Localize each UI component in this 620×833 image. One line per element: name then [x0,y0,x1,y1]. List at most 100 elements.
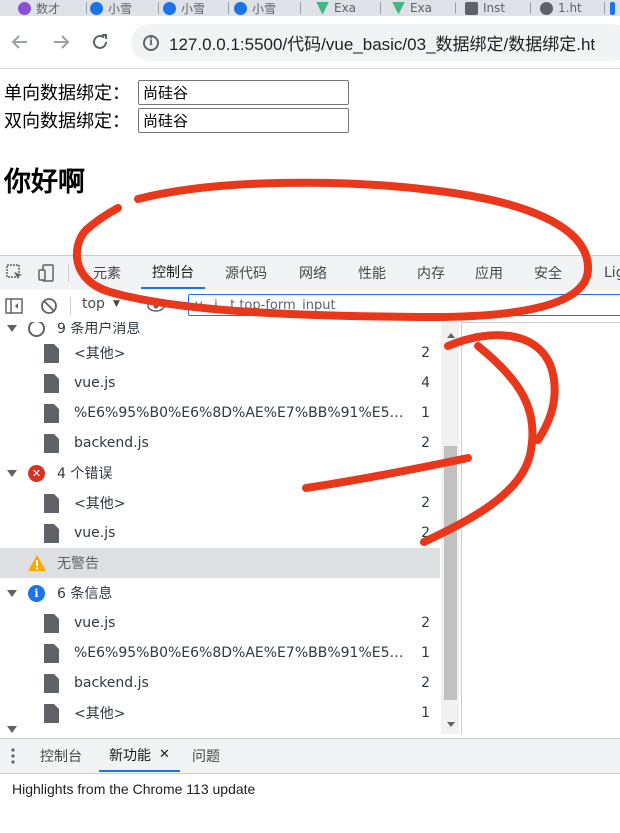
inspect-element-icon[interactable] [6,264,24,282]
devtools-tab-lighthouse[interactable]: Lig [604,256,620,289]
browser-tab-title: 小雪 [108,1,133,16]
scrollbar-thumb[interactable] [444,446,457,700]
address-bar-row: i 127.0.0.1:5500/代码/vue_basic/03_数据绑定/数据… [0,16,620,69]
file-icon [44,373,59,393]
close-icon[interactable]: ✕ [159,747,170,762]
browser-tab[interactable]: Inst [465,0,525,16]
sidebar-partial-row [0,726,440,734]
browser-tab-title: Exa [334,1,357,15]
sidebar-count: 2 [421,525,430,541]
sidebar-file-name: backend.js [74,675,149,691]
file-icon [44,343,59,363]
sidebar-file-name: %E6%95%B0%E6%8D%AE%E7%BB%91%E5%AE... [74,645,409,661]
sidebar-count: 2 [421,495,430,511]
filter-text: v...i...t.top-form_input [195,297,336,313]
reload-button[interactable] [88,30,112,54]
sidebar-file-item[interactable]: %E6%95%B0%E6%8D%AE%E7%BB%91%E5%AE... 1 [0,398,440,428]
file-icon [44,703,59,723]
address-field[interactable]: i 127.0.0.1:5500/代码/vue_basic/03_数据绑定/数据… [131,24,620,61]
drawer-tab-issues[interactable]: 问题 [192,739,220,772]
sidebar-count: 2 [421,345,430,361]
sidebar-file-item[interactable]: <其他> 2 [0,488,440,518]
page-icon [610,1,615,15]
site-info-icon[interactable]: i [143,34,159,51]
clear-console-icon[interactable] [40,297,58,315]
sidebar-file-name: <其他> [74,706,126,722]
more-options-icon[interactable] [10,748,16,764]
favicon-icon [18,1,31,15]
sidebar-toggle-icon[interactable] [5,298,23,314]
scroll-down-arrow-icon[interactable] [447,722,455,727]
two-way-label: 双向数据绑定： [4,111,130,132]
sidebar-count: 1 [421,405,430,421]
sidebar-file-name: vue.js [74,525,116,541]
devtools-tab-application[interactable]: 应用 [475,256,503,289]
sidebar-group-label: 6 条信息 [57,586,113,602]
sidebar-file-item[interactable]: vue.js 2 [0,608,440,638]
drawer-tab-whats-new[interactable]: 新功能 ✕ [99,739,180,772]
browser-tab[interactable] [610,0,620,16]
browser-tab[interactable]: 小雪 [234,0,298,16]
forward-button[interactable] [49,30,73,54]
browser-tab[interactable]: 小雪 [90,0,156,16]
one-way-label: 单向数据绑定： [4,83,130,104]
browser-tab[interactable]: 数才 [18,0,86,16]
sidebar-file-name: vue.js [74,615,116,631]
browser-tab[interactable]: Exa [316,0,380,16]
context-label: top [82,296,105,312]
browser-tab[interactable]: 1.ht [540,0,600,16]
sidebar-count: 1 [421,705,430,721]
eye-icon[interactable] [146,297,166,315]
browser-tab-title: 数才 [36,1,61,16]
arrow-right-icon [54,35,70,49]
sidebar-file-item[interactable]: <其他> 1 [0,698,440,728]
expand-arrow-icon [7,590,17,597]
console-filter-input[interactable]: v...i...t.top-form_input [188,294,620,316]
devtools-tab-security[interactable]: 安全 [534,256,562,289]
sidebar-group-info[interactable]: i 6 条信息 [0,578,440,608]
sidebar-file-item[interactable]: backend.js 2 [0,428,440,458]
file-icon [44,613,59,633]
sidebar-file-name: vue.js [74,375,116,391]
drawer-tab-console[interactable]: 控制台 [40,739,82,772]
vue-icon [316,1,329,15]
expand-arrow-icon [7,726,17,733]
context-selector[interactable]: top ▼ [82,296,120,312]
device-toolbar-icon[interactable] [38,264,56,282]
file-icon [44,523,59,543]
browser-tab[interactable]: Exa [392,0,452,16]
page-icon [465,1,478,15]
browser-tab-title: 小雪 [252,1,277,16]
two-way-input[interactable] [138,107,349,133]
devtools-tab-memory[interactable]: 内存 [417,256,445,289]
devtools-tab-performance[interactable]: 性能 [358,256,386,289]
sidebar-group-errors[interactable]: ✕ 4 个错误 [0,458,440,488]
console-toolbar: top ▼ v...i...t.top-form_input [0,290,620,323]
sidebar-file-item[interactable]: <其他> 2 [0,338,440,368]
devtools-tab-elements[interactable]: 元素 [93,256,121,289]
sidebar-file-item[interactable]: vue.js 2 [0,518,440,548]
devtools-tab-sources[interactable]: 源代码 [225,256,267,289]
warning-icon [28,555,46,571]
back-button[interactable] [8,30,32,54]
browser-tab[interactable]: 小雪 [163,0,227,16]
sidebar-file-name: backend.js [74,435,149,451]
browser-tab-title: Inst [483,1,506,15]
drawer-tab-bar: 控制台 新功能 ✕ 问题 [0,738,620,774]
devtools-tab-network[interactable]: 网络 [299,256,327,289]
two-way-binding-row: 双向数据绑定： [4,107,349,133]
one-way-input[interactable] [138,79,349,105]
scroll-up-arrow-icon[interactable] [447,333,455,338]
sidebar-count: 2 [421,675,430,691]
drawer-tab-label: 新功能 [109,747,151,764]
devtools-tab-bar: 元素 控制台 源代码 网络 性能 内存 应用 安全 Lig [0,255,620,291]
favicon-icon [163,1,176,15]
globe-icon [540,1,553,15]
sidebar-group-warnings[interactable]: 无警告 [0,548,440,578]
sidebar-file-item[interactable]: vue.js 4 [0,368,440,398]
sidebar-file-item[interactable]: %E6%95%B0%E6%8D%AE%E7%BB%91%E5%AE... 1 [0,638,440,668]
sidebar-file-item[interactable]: backend.js 2 [0,668,440,698]
devtools-tab-console[interactable]: 控制台 [141,256,205,289]
sidebar-count: 2 [421,435,430,451]
sidebar-group-label: 无警告 [57,556,99,572]
